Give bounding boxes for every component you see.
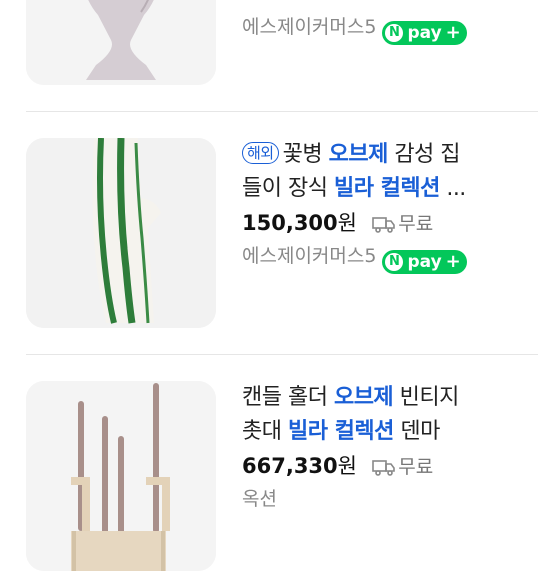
- seller-row: 에스제이커머스5 Npay +: [242, 12, 512, 45]
- seller-row: 에스제이커머스5 Npay +: [242, 241, 512, 274]
- glass-vase-image: [26, 0, 216, 85]
- product-title-line2[interactable]: 들이 장식 빌라 컬렉션 ...: [242, 172, 512, 206]
- title-part: 캔들 홀더: [242, 385, 334, 410]
- product-image-candle-holder[interactable]: [26, 381, 216, 571]
- title-part: 덴마: [393, 419, 440, 444]
- price-currency: 원: [337, 454, 357, 478]
- title-highlight: 오브제: [333, 385, 394, 410]
- overseas-tag: 해외: [242, 142, 279, 164]
- title-part: 꽃병: [282, 142, 329, 167]
- price-value: 667,330: [242, 454, 338, 478]
- title-part: 촛대: [242, 419, 288, 444]
- divider: [26, 111, 538, 112]
- product-image-vase-glass[interactable]: [26, 0, 216, 85]
- seller-row: 옥션: [242, 484, 512, 514]
- seller-name[interactable]: 옥션: [242, 488, 277, 510]
- title-part: 빈티지: [393, 385, 460, 410]
- title-part: 들이 장식: [242, 176, 334, 201]
- plus-icon: +: [445, 22, 461, 43]
- shipping-label: 무료: [398, 456, 434, 478]
- price-currency: 원: [337, 211, 357, 235]
- candle-holder-image: [26, 381, 216, 571]
- shipping-info: 무료: [372, 456, 433, 478]
- title-part: 감성 집: [387, 142, 461, 167]
- price-value: 150,300: [242, 211, 338, 235]
- price-row: 150,300원 무료: [242, 208, 512, 239]
- npay-badge: Npay +: [382, 250, 467, 274]
- striped-vase-image: [26, 138, 216, 328]
- product-title[interactable]: 캔들 홀더 오브제 빈티지: [242, 381, 512, 415]
- seller-name[interactable]: 에스제이커머스5: [242, 245, 376, 267]
- plus-icon: +: [445, 251, 461, 272]
- npay-badge: Npay +: [382, 21, 467, 45]
- product-image-vase-stripe[interactable]: [26, 138, 216, 328]
- npay-n-icon: N: [385, 253, 404, 271]
- truck-icon: [372, 460, 396, 476]
- divider: [26, 354, 538, 355]
- title-highlight: 빌라 컬렉션: [333, 176, 440, 201]
- seller-name[interactable]: 에스제이커머스5: [242, 16, 376, 38]
- shipping-label: 무료: [398, 213, 434, 235]
- shipping-info: 무료: [372, 213, 433, 235]
- title-part: ...: [439, 176, 466, 201]
- npay-n-icon: N: [385, 24, 404, 42]
- truck-icon: [372, 217, 396, 233]
- title-highlight: 오브제: [328, 142, 389, 167]
- title-highlight: 빌라 컬렉션: [287, 419, 394, 444]
- price-row: 667,330원 무료: [242, 451, 512, 482]
- product-title-line2[interactable]: 촛대 빌라 컬렉션 덴마: [242, 415, 512, 449]
- product-title[interactable]: 해외 꽃병 오브제 감성 집: [242, 138, 512, 172]
